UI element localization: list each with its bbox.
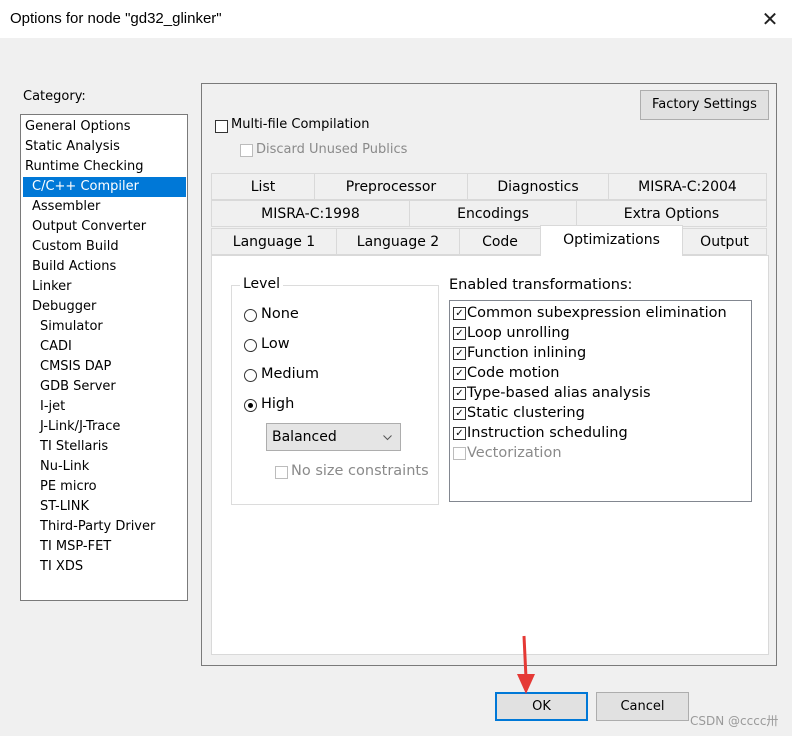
level-label: Level [240,276,283,292]
opt-code-motion-label: Code motion [467,365,560,381]
check-function-inlining[interactable]: ✓ [453,347,466,360]
no-size-checkbox [275,466,288,479]
tree-item-linker[interactable]: Linker [32,277,72,297]
radio-none[interactable] [244,309,257,322]
factory-settings-button[interactable]: Factory Settings [640,90,769,120]
tree-item-cadi[interactable]: CADI [40,337,72,357]
radio-medium[interactable] [244,369,257,382]
tree-item-cmsis-dap[interactable]: CMSIS DAP [40,357,111,377]
tree-item-c-compiler[interactable]: C/C++ Compiler [23,177,186,197]
radio-high[interactable] [244,399,257,412]
tab-preprocessor[interactable]: Preprocessor [314,173,468,200]
close-icon[interactable]: ✕ [756,6,784,32]
check-cse[interactable]: ✓ [453,307,466,320]
tree-item-ti-msp-fet[interactable]: TI MSP-FET [40,537,111,557]
radio-low[interactable] [244,339,257,352]
tab-encodings[interactable]: Encodings [409,200,577,227]
opt-instruction-scheduling-label: Instruction scheduling [467,425,628,441]
tree-item-nu-link[interactable]: Nu-Link [40,457,89,477]
cancel-button[interactable]: Cancel [596,692,689,721]
ok-button[interactable]: OK [495,692,588,721]
title-bar: Options for node "gd32_glinker" ✕ [0,0,792,38]
check-static-clustering[interactable]: ✓ [453,407,466,420]
tree-item-custom-build[interactable]: Custom Build [32,237,119,257]
discard-unused-checkbox [240,144,253,157]
tree-item-pe-micro[interactable]: PE micro [40,477,97,497]
check-type-based-alias[interactable]: ✓ [453,387,466,400]
tree-item-static-analysis[interactable]: Static Analysis [25,137,120,157]
tab-code[interactable]: Code [459,228,541,255]
multi-file-label: Multi-file Compilation [231,117,370,132]
tab-extra-options[interactable]: Extra Options [576,200,767,227]
opt-loop-unrolling-label: Loop unrolling [467,325,570,341]
tab-diagnostics[interactable]: Diagnostics [467,173,609,200]
multi-file-checkbox[interactable] [215,120,228,133]
category-label: Category: [23,89,86,104]
transformations-list[interactable]: ✓ Common subexpression elimination ✓ Loo… [449,300,752,502]
tree-item-build-actions[interactable]: Build Actions [32,257,116,277]
opt-static-clustering-label: Static clustering [467,405,585,421]
radio-low-label: Low [261,336,290,352]
tree-item-i-jet[interactable]: I-jet [40,397,65,417]
tab-output[interactable]: Output [682,228,767,255]
tree-item-assembler[interactable]: Assembler [32,197,100,217]
tree-item-runtime-checking[interactable]: Runtime Checking [25,157,144,177]
tree-item-third-party-driver[interactable]: Third-Party Driver [40,517,155,537]
tab-misra-1998[interactable]: MISRA-C:1998 [211,200,410,227]
tree-item-simulator[interactable]: Simulator [40,317,103,337]
tree-item-debugger[interactable]: Debugger [32,297,96,317]
check-code-motion[interactable]: ✓ [453,367,466,380]
tab-language-2[interactable]: Language 2 [336,228,460,255]
check-loop-unrolling[interactable]: ✓ [453,327,466,340]
balance-select[interactable]: Balanced [266,423,401,451]
radio-dot-icon [248,403,253,408]
chevron-down-icon [383,435,392,441]
tab-misra-2004[interactable]: MISRA-C:2004 [608,173,767,200]
check-instruction-scheduling[interactable]: ✓ [453,427,466,440]
category-tree[interactable]: General Options Static Analysis Runtime … [20,114,188,601]
tree-item-j-link[interactable]: J-Link/J-Trace [40,417,120,437]
tab-language-1[interactable]: Language 1 [211,228,337,255]
no-size-label: No size constraints [291,463,429,479]
tab-list[interactable]: List [211,173,315,200]
tree-item-output-converter[interactable]: Output Converter [32,217,146,237]
balance-select-value: Balanced [272,429,337,445]
discard-unused-label: Discard Unused Publics [256,142,408,157]
transformations-label: Enabled transformations: [449,277,633,293]
opt-cse-label: Common subexpression elimination [467,305,727,321]
tree-item-ti-xds[interactable]: TI XDS [40,557,83,577]
check-vectorization [453,447,466,460]
radio-high-label: High [261,396,295,412]
tree-item-gdb-server[interactable]: GDB Server [40,377,116,397]
watermark: CSDN @cccc卅 [690,714,779,728]
window-title: Options for node "gd32_glinker" [10,10,222,27]
radio-medium-label: Medium [261,366,319,382]
opt-function-inlining-label: Function inlining [467,345,587,361]
radio-none-label: None [261,306,299,322]
tab-optimizations[interactable]: Optimizations [540,225,683,256]
tree-item-st-link[interactable]: ST-LINK [40,497,89,517]
tree-item-ti-stellaris[interactable]: TI Stellaris [40,437,108,457]
annotation-arrow-icon [517,635,535,694]
opt-type-based-alias-label: Type-based alias analysis [467,385,651,401]
tree-item-general-options[interactable]: General Options [25,117,131,137]
opt-vectorization-label: Vectorization [467,445,562,461]
